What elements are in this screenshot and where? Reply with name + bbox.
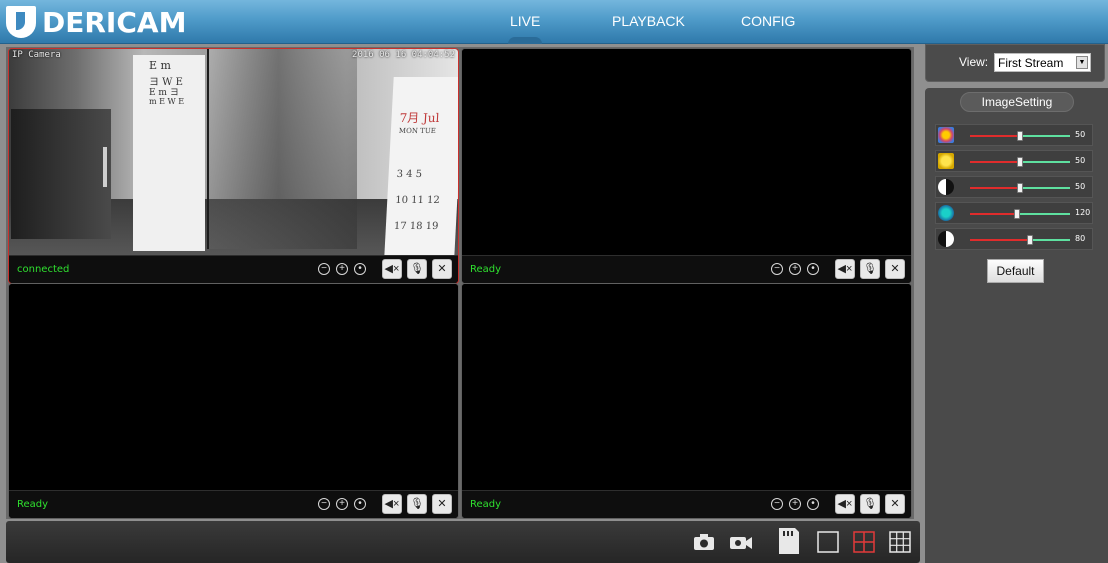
cell-status: Ready [470,264,502,275]
eye-chart: E m ヨ W E E m ヨ m E W E [133,55,205,251]
slider-row-sharpness: 80 [935,228,1093,250]
stream-select[interactable]: First Stream ▼ [994,53,1091,72]
mute-icon[interactable]: ◀× [835,494,855,514]
view-selector-panel: View: First Stream ▼ [925,44,1105,82]
view-label: View: [959,55,989,69]
zoom-out-icon[interactable]: − [771,263,783,275]
record-icon[interactable] [729,531,753,553]
hue-value: 50 [1075,130,1086,139]
camera-icon[interactable] [692,531,716,553]
bottom-toolbar [6,521,920,563]
slider-row-hue: 50 [935,124,1093,146]
video-view[interactable] [462,284,911,490]
camera-image: E m ヨ W E E m ヨ m E W E 7月 Jul MON TUE 3… [9,49,458,255]
hue-slider[interactable] [970,131,1070,141]
sharpness-icon [938,231,954,247]
contrast-slider[interactable] [970,183,1070,193]
video-cell-4[interactable]: Ready − + • ◀× 🎙 ✕ [461,283,912,519]
video-view[interactable] [9,284,458,490]
mic-mute-icon[interactable]: 🎙 [407,494,427,514]
calendar: 7月 Jul MON TUE 3 4 5 10 11 12 17 18 19 [384,77,458,255]
brand-name: DERICAM [42,5,187,39]
cell-control-bar: Ready − + • ◀× 🎙 ✕ [462,490,911,518]
zoom-in-icon[interactable]: + [789,263,801,275]
cell-control-bar: connected − + • ◀× 🎙 ✕ [9,255,458,283]
record-dot-icon[interactable]: • [354,263,366,275]
saturation-value: 120 [1075,208,1091,217]
hue-icon [938,127,954,143]
slider-row-saturation: 120 [935,202,1093,224]
sharpness-slider[interactable] [970,235,1070,245]
chevron-down-icon[interactable]: ▼ [1076,56,1088,69]
header: DERICAM LIVE PLAYBACK CONFIG [0,0,1108,44]
mute-icon[interactable]: ◀× [382,259,402,279]
video-view[interactable]: E m ヨ W E E m ヨ m E W E 7月 Jul MON TUE 3… [9,49,458,255]
saturation-icon [938,205,954,221]
cell-control-bar: Ready − + • ◀× 🎙 ✕ [9,490,458,518]
nav-config[interactable]: CONFIG [741,13,795,29]
zoom-out-icon[interactable]: − [771,498,783,510]
video-cell-2[interactable]: Ready − + • ◀× 🎙 ✕ [461,48,912,284]
brightness-slider[interactable] [970,157,1070,167]
cell-control-bar: Ready − + • ◀× 🎙 ✕ [462,255,911,283]
video-view[interactable] [462,49,911,255]
saturation-slider[interactable] [970,209,1070,219]
cell-status: Ready [17,499,49,510]
brightness-icon [938,153,954,169]
nav-live[interactable]: LIVE [510,13,540,29]
image-setting-title: ImageSetting [960,92,1074,112]
cell-status: Ready [470,499,502,510]
settings-tool-icon[interactable]: ✕ [885,494,905,514]
video-cell-1[interactable]: E m ヨ W E E m ヨ m E W E 7月 Jul MON TUE 3… [8,48,459,284]
sd-card-icon[interactable] [776,527,800,555]
record-dot-icon[interactable]: • [807,498,819,510]
record-dot-icon[interactable]: • [807,263,819,275]
sharpness-value: 80 [1075,234,1086,243]
contrast-value: 50 [1075,182,1086,191]
zoom-out-icon[interactable]: − [318,263,330,275]
mute-icon[interactable]: ◀× [835,259,855,279]
cell-status: connected [17,264,70,275]
door [11,109,111,239]
brightness-value: 50 [1075,156,1086,165]
mic-mute-icon[interactable]: 🎙 [407,259,427,279]
zoom-in-icon[interactable]: + [789,498,801,510]
record-dot-icon[interactable]: • [354,498,366,510]
layout-4-icon[interactable] [852,531,876,553]
zoom-in-icon[interactable]: + [336,263,348,275]
contrast-icon [938,179,954,195]
slider-row-contrast: 50 [935,176,1093,198]
osd-camera-name: IP Camera [12,50,61,60]
image-setting-panel: ImageSetting 50 50 50 120 80 Default [925,88,1108,563]
layout-9-icon[interactable] [888,531,912,553]
zoom-out-icon[interactable]: − [318,498,330,510]
app-root: DERICAM LIVE PLAYBACK CONFIG E m ヨ W E E… [0,0,1108,563]
stream-select-value: First Stream [998,56,1064,70]
osd-timestamp: 2016 06 16 04:04:52 [352,50,455,60]
default-button[interactable]: Default [987,259,1044,283]
logo-shield-icon [6,6,36,38]
settings-tool-icon[interactable]: ✕ [432,259,452,279]
nav-playback[interactable]: PLAYBACK [612,13,685,29]
mute-icon[interactable]: ◀× [382,494,402,514]
video-cell-3[interactable]: Ready − + • ◀× 🎙 ✕ [8,283,459,519]
zoom-in-icon[interactable]: + [336,498,348,510]
slider-row-brightness: 50 [935,150,1093,172]
video-grid: E m ヨ W E E m ヨ m E W E 7月 Jul MON TUE 3… [6,47,914,519]
settings-tool-icon[interactable]: ✕ [432,494,452,514]
mic-mute-icon[interactable]: 🎙 [860,494,880,514]
mic-mute-icon[interactable]: 🎙 [860,259,880,279]
logo: DERICAM [6,5,186,39]
settings-tool-icon[interactable]: ✕ [885,259,905,279]
layout-1-icon[interactable] [816,531,840,553]
nav-active-indicator [508,37,542,44]
